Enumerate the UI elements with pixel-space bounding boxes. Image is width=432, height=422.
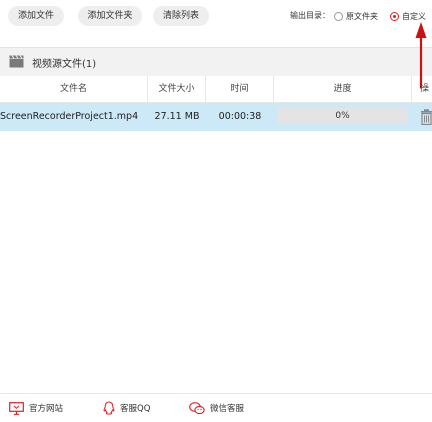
cell-time: 00:00:38 — [218, 111, 262, 122]
clear-list-button[interactable]: 清除列表 — [153, 6, 209, 26]
column-header-progress[interactable]: 进度 — [274, 76, 412, 102]
column-header-time[interactable]: 时间 — [206, 76, 274, 102]
add-folder-button[interactable]: 添加文件夹 — [78, 6, 142, 26]
radio-selected-icon[interactable] — [390, 11, 399, 21]
cell-size: 27.11 MB — [154, 111, 200, 122]
column-header-size[interactable]: 文件大小 — [148, 76, 206, 102]
column-header-action[interactable]: 操 — [412, 76, 432, 102]
output-option-custom-label: 自定义 — [402, 11, 426, 21]
toolbar: 添加文件 添加文件夹 清除列表 输出目录： 原文件夹 自定义 — [0, 0, 432, 32]
output-option-original-label: 原文件夹 — [346, 11, 378, 21]
footer: 官方网站 客服QQ 微信客服 — [0, 393, 432, 422]
add-file-button[interactable]: 添加文件 — [8, 6, 64, 26]
progress-bar: 0% — [277, 108, 408, 124]
support-qq-link[interactable]: 客服QQ — [103, 400, 150, 416]
radio-icon[interactable] — [334, 11, 343, 21]
trash-icon[interactable] — [420, 109, 432, 125]
table-header: 文件名 文件大小 时间 进度 操 — [0, 76, 432, 103]
official-website-link[interactable]: 官方网站 — [9, 400, 63, 416]
cell-filename: ScreenRecorderProject1.mp4 — [0, 111, 139, 122]
output-option-original[interactable]: 原文件夹 — [334, 8, 378, 24]
clapperboard-icon — [9, 55, 24, 68]
output-directory-label: 输出目录： — [290, 11, 330, 20]
official-website-label: 官方网站 — [29, 404, 64, 414]
support-qq-label: 客服QQ — [120, 404, 151, 414]
source-files-group-header[interactable]: 视频源文件(1) — [0, 47, 432, 76]
wechat-icon — [189, 401, 205, 414]
group-title: 视频源文件(1) — [32, 59, 97, 70]
wechat-support-label: 微信客服 — [210, 404, 245, 414]
output-option-custom[interactable]: 自定义 — [390, 8, 426, 24]
wechat-support-link[interactable]: 微信客服 — [189, 400, 244, 416]
monitor-icon — [9, 401, 24, 415]
qq-penguin-icon — [103, 401, 115, 415]
column-header-filename[interactable]: 文件名 — [0, 76, 148, 102]
